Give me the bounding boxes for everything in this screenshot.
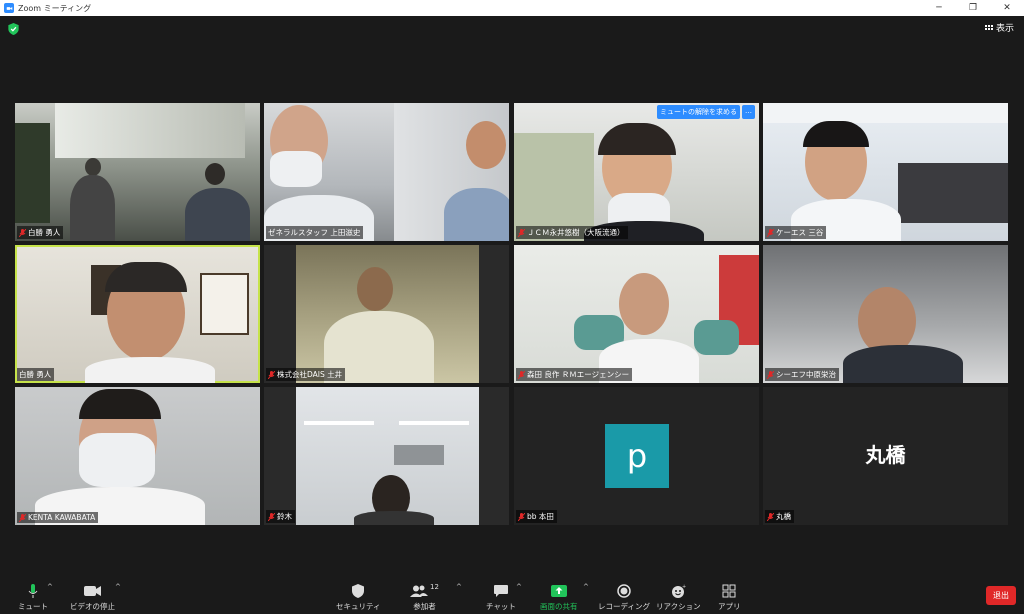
participants-options-caret[interactable]: ^ [456,583,462,591]
reaction-emoji-icon: + [671,584,686,598]
muted-mic-icon [767,370,774,379]
avatar-letter: p [626,437,648,475]
video-tile[interactable]: 鈴木 [264,387,509,525]
close-icon[interactable]: ✕ [990,0,1024,16]
meeting-toolbar: ミュート ^ ビデオの停止 ^ セキュリティ 12 参加者 ^ チャット ^ 画… [0,578,1024,614]
share-screen-icon [550,585,567,597]
chat-button[interactable]: チャット [486,583,516,612]
video-tile-active-speaker[interactable]: 白勝 勇人 [15,245,260,383]
chat-options-caret[interactable]: ^ [516,583,522,591]
more-options-button[interactable]: … [742,105,755,119]
unmute-request-button[interactable]: ミュートの解除を求める [657,105,740,119]
muted-mic-icon [767,228,774,237]
apps-icon [722,584,736,598]
video-tile[interactable]: ミュートの解除を求める … ＪＣＭ永井悠樹（大阪流通） [514,103,759,241]
zoom-logo-icon [4,3,14,13]
stop-video-button[interactable]: ビデオの停止 [70,583,115,612]
record-icon [617,584,631,598]
reactions-button[interactable]: + リアクション [656,583,701,612]
participant-name: シーエフ中原栄治 [765,368,839,381]
apps-button[interactable]: アプリ [718,583,741,612]
share-screen-button[interactable]: 画面の共有 [540,583,578,612]
mute-options-caret[interactable]: ^ [47,583,53,591]
participant-name: bb 本田 [516,510,557,523]
participant-name: 鈴木 [266,510,295,523]
participant-name: 白勝 勇人 [17,368,55,381]
muted-mic-icon [518,512,525,521]
participant-name: 株式会社DAIS 土井 [266,368,346,381]
muted-mic-icon [268,370,275,379]
view-button[interactable]: 表示 [984,21,1014,34]
security-button[interactable]: セキュリティ [336,583,381,612]
grid-view-icon [984,25,993,30]
security-shield-icon [352,584,365,598]
microphone-icon [28,584,38,598]
video-tile-name-only[interactable]: 丸橋 丸橋 [763,387,1008,525]
video-tile-avatar[interactable]: p bb 本田 [514,387,759,525]
video-tile[interactable]: 森田 良作 ＲＭエージェンシー [514,245,759,383]
maximize-icon[interactable]: ❐ [956,0,990,16]
muted-mic-icon [518,228,525,237]
muted-mic-icon [767,512,774,521]
video-camera-icon [83,586,101,596]
participant-name: ＪＣＭ永井悠樹（大阪流通） [516,226,628,239]
display-name-text: 丸橋 [865,443,906,467]
record-button[interactable]: レコーディング [598,583,650,612]
video-tile[interactable]: ケーエス 三谷 [763,103,1008,241]
video-tile[interactable]: 白勝 勇人 [15,103,260,241]
video-tile[interactable]: シーエフ中原栄治 [763,245,1008,383]
mute-button[interactable]: ミュート [18,583,48,612]
chat-bubble-icon [493,585,508,597]
muted-mic-icon [268,512,275,521]
video-tile[interactable]: KENTA KAWABATA [15,387,260,525]
svg-text:+: + [682,584,686,590]
window-titlebar: Zoom ミーティング ─ ❐ ✕ [0,0,1024,16]
video-options-caret[interactable]: ^ [115,583,121,591]
participant-name: 白勝 勇人 [17,226,64,239]
participant-name: ゼネラルスタッフ 上田滋史 [266,226,364,239]
avatar: p [605,424,669,488]
participant-name: 丸橋 [765,510,794,523]
muted-mic-icon [19,228,26,237]
participants-button[interactable]: 12 参加者 [410,583,439,612]
encryption-shield-icon[interactable] [8,23,19,35]
window-controls: ─ ❐ ✕ [922,0,1024,16]
participant-name: 森田 良作 ＲＭエージェンシー [516,368,633,381]
muted-mic-icon [19,513,26,522]
video-tile[interactable]: 株式会社DAIS 土井 [264,245,509,383]
view-label: 表示 [995,24,1014,34]
leave-meeting-button[interactable]: 退出 [986,586,1016,605]
participants-count: 12 [430,583,439,591]
participants-icon [410,585,428,597]
unmute-request: ミュートの解除を求める … [657,105,755,119]
window-title: Zoom ミーティング [18,3,92,13]
minimize-icon[interactable]: ─ [922,0,956,16]
video-tile[interactable]: ゼネラルスタッフ 上田滋史 [264,103,509,241]
share-options-caret[interactable]: ^ [583,583,589,591]
participant-name: ケーエス 三谷 [765,226,827,239]
muted-mic-icon [518,370,525,379]
participant-name: KENTA KAWABATA [17,512,99,523]
